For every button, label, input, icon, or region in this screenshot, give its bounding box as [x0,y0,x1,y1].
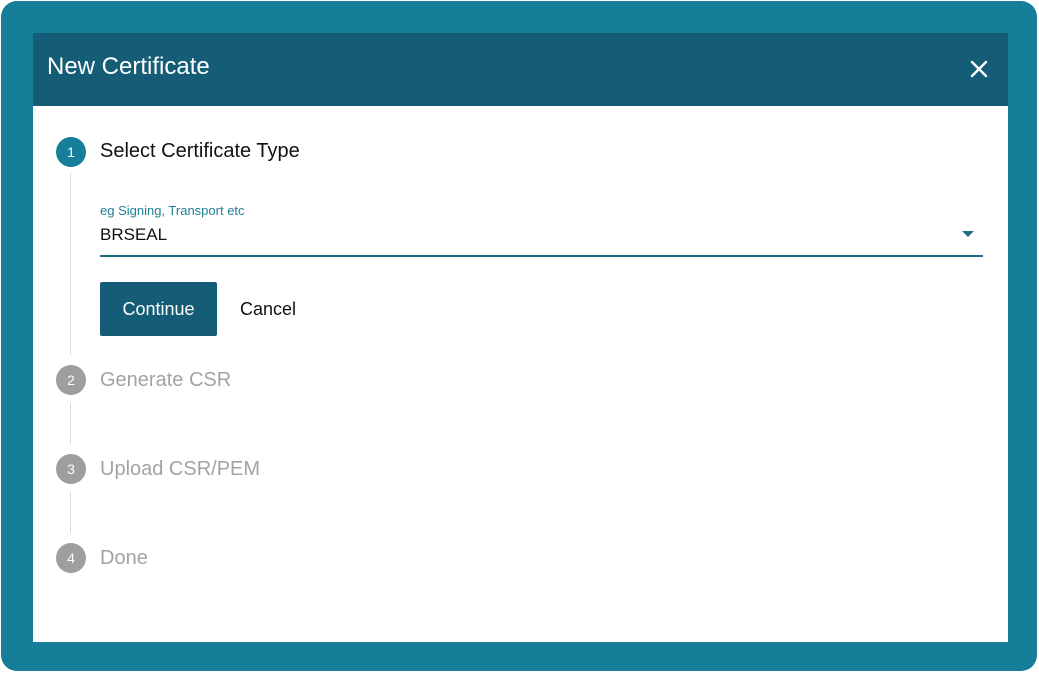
step-1-indicator: 1 [56,137,86,167]
step-connector [70,403,71,444]
step-2-label: Generate CSR [100,369,232,391]
continue-button[interactable]: Continue [100,282,217,336]
close-button[interactable] [963,53,995,85]
step-4-label: Done [100,547,148,569]
step-1-label: Select Certificate Type [100,140,300,162]
step-connector [70,173,71,355]
step-connector [70,492,71,533]
close-icon [970,60,988,78]
cancel-button[interactable]: Cancel [228,282,308,336]
dropdown-arrow-icon [962,231,974,237]
dialog-title: New Certificate [47,53,210,80]
dialog-header: New Certificate [33,33,1008,106]
certificate-type-value: BRSEAL [100,225,168,244]
step-2-indicator: 2 [56,365,86,395]
new-certificate-dialog: New Certificate 1 Select Certificate Typ… [33,33,1008,642]
certificate-type-select[interactable]: BRSEAL [100,221,983,257]
step-3-label: Upload CSR/PEM [100,458,261,480]
window-frame: New Certificate 1 Select Certificate Typ… [1,1,1037,671]
step-3-indicator: 3 [56,454,86,484]
step-4-indicator: 4 [56,543,86,573]
certificate-type-label: eg Signing, Transport etc [100,203,245,218]
